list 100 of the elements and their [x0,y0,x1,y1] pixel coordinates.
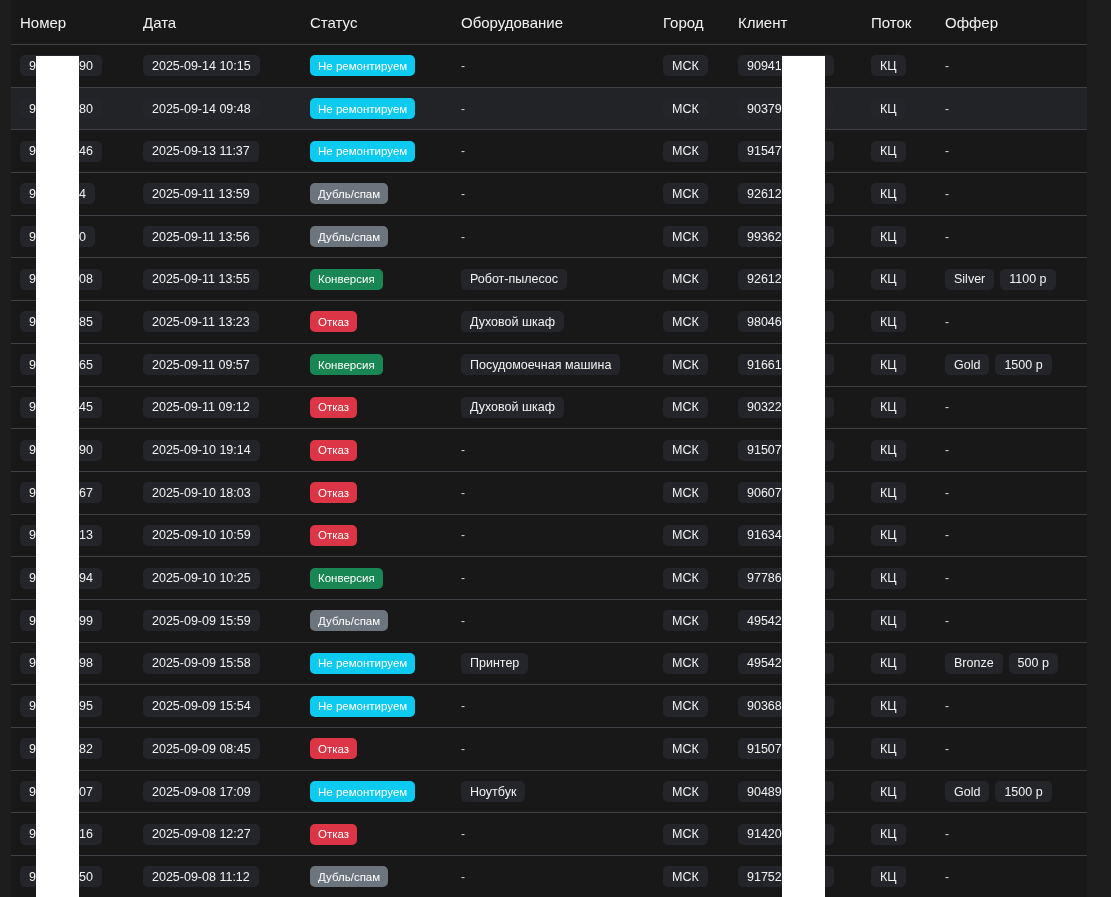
empty-mark: - [461,443,465,458]
empty-mark: - [945,485,949,500]
empty-mark: - [945,58,949,73]
city-tag: МСК [663,738,708,760]
city-tag: МСК [663,652,708,674]
equipment-tag: Робот-пылесос [461,268,568,290]
offer-price-tag: 500 р [1008,652,1058,674]
flow-tag: КЦ [871,524,906,546]
status-badge: Отказ [310,396,358,418]
empty-mark: - [945,699,949,714]
flow-tag: КЦ [871,823,906,845]
redaction-bar [781,56,825,89]
status-badge: Не ремонтируем [310,652,416,674]
city-tag: МСК [663,140,708,162]
date-tag: 2025-09-08 17:09 [143,781,260,803]
date-tag: 2025-09-11 09:57 [143,354,259,376]
offer-price-tag: 1100 р [1000,268,1056,290]
empty-mark: - [461,186,465,201]
date-tag: 2025-09-11 13:23 [143,311,259,333]
status-badge: Дубль/спам [310,610,389,632]
date-tag: 2025-09-10 18:03 [143,482,260,504]
empty-mark: - [461,741,465,756]
flow-tag: КЦ [871,311,906,333]
flow-tag: КЦ [871,140,906,162]
date-tag: 2025-09-11 09:12 [143,396,259,418]
status-badge: Отказ [310,738,358,760]
empty-mark: - [945,229,949,244]
status-badge: Отказ [310,439,358,461]
equipment-tag: Принтер [461,652,529,674]
flow-tag: КЦ [871,226,906,248]
status-badge: Дубль/спам [310,866,389,888]
city-tag: МСК [663,226,708,248]
date-tag: 2025-09-11 13:56 [143,226,259,248]
city-tag: МСК [663,482,708,504]
column-header: Поток [870,13,913,31]
status-badge: Конверсия [310,567,383,589]
flow-tag: КЦ [871,610,906,632]
flow-tag: КЦ [871,183,906,205]
city-tag: МСК [663,695,708,717]
city-tag: МСК [663,567,708,589]
flow-tag: КЦ [871,482,906,504]
status-badge: Дубль/спам [310,226,389,248]
empty-mark: - [461,699,465,714]
offer-tier-tag: Gold [945,781,990,803]
city-tag: МСК [663,55,708,77]
status-badge: Не ремонтируем [310,98,416,120]
offer-tier-tag: Bronze [945,652,1003,674]
date-tag: 2025-09-14 10:15 [143,55,260,77]
date-tag: 2025-09-09 15:59 [143,610,260,632]
date-tag: 2025-09-10 10:25 [143,567,260,589]
offer-tier-tag: Gold [945,354,990,376]
city-tag: МСК [663,781,708,803]
empty-mark: - [945,314,949,329]
status-badge: Конверсия [310,354,383,376]
status-badge: Отказ [310,823,358,845]
date-tag: 2025-09-11 13:55 [143,268,259,290]
status-badge: Конверсия [310,268,383,290]
flow-tag: КЦ [871,695,906,717]
date-tag: 2025-09-13 11:37 [143,140,259,162]
empty-mark: - [461,528,465,543]
offer-price-tag: 1500 р [995,781,1052,803]
equipment-tag: Духовой шкаф [461,311,564,333]
status-badge: Не ремонтируем [310,695,416,717]
empty-mark: - [461,827,465,842]
flow-tag: КЦ [871,866,906,888]
flow-tag: КЦ [871,738,906,760]
date-tag: 2025-09-08 12:27 [143,823,260,845]
status-badge: Не ремонтируем [310,781,416,803]
empty-mark: - [461,869,465,884]
equipment-tag: Духовой шкаф [461,396,564,418]
empty-mark: - [461,144,465,159]
status-badge: Не ремонтируем [310,140,416,162]
city-tag: МСК [663,866,708,888]
city-tag: МСК [663,311,708,333]
empty-mark: - [945,144,949,159]
city-tag: МСК [663,268,708,290]
empty-mark: - [945,443,949,458]
offer-tier-tag: Silver [945,268,995,290]
flow-tag: КЦ [871,781,906,803]
flow-tag: КЦ [871,354,906,376]
column-header: Клиент [737,13,789,31]
redaction-bar [35,56,79,89]
empty-mark: - [945,101,949,116]
column-header: Оборудование [460,13,565,31]
column-header: Город [662,13,705,31]
empty-mark: - [945,186,949,201]
empty-mark: - [945,400,949,415]
empty-mark: - [945,827,949,842]
empty-mark: - [461,58,465,73]
empty-mark: - [945,571,949,586]
column-header: Оффер [944,13,1000,31]
date-tag: 2025-09-09 08:45 [143,738,260,760]
flow-tag: КЦ [871,268,906,290]
empty-mark: - [461,485,465,500]
flow-tag: КЦ [871,439,906,461]
city-tag: МСК [663,354,708,376]
status-badge: Не ремонтируем [310,55,416,77]
column-header: Дата [142,13,178,31]
city-tag: МСК [663,823,708,845]
column-header: Номер [19,13,68,31]
